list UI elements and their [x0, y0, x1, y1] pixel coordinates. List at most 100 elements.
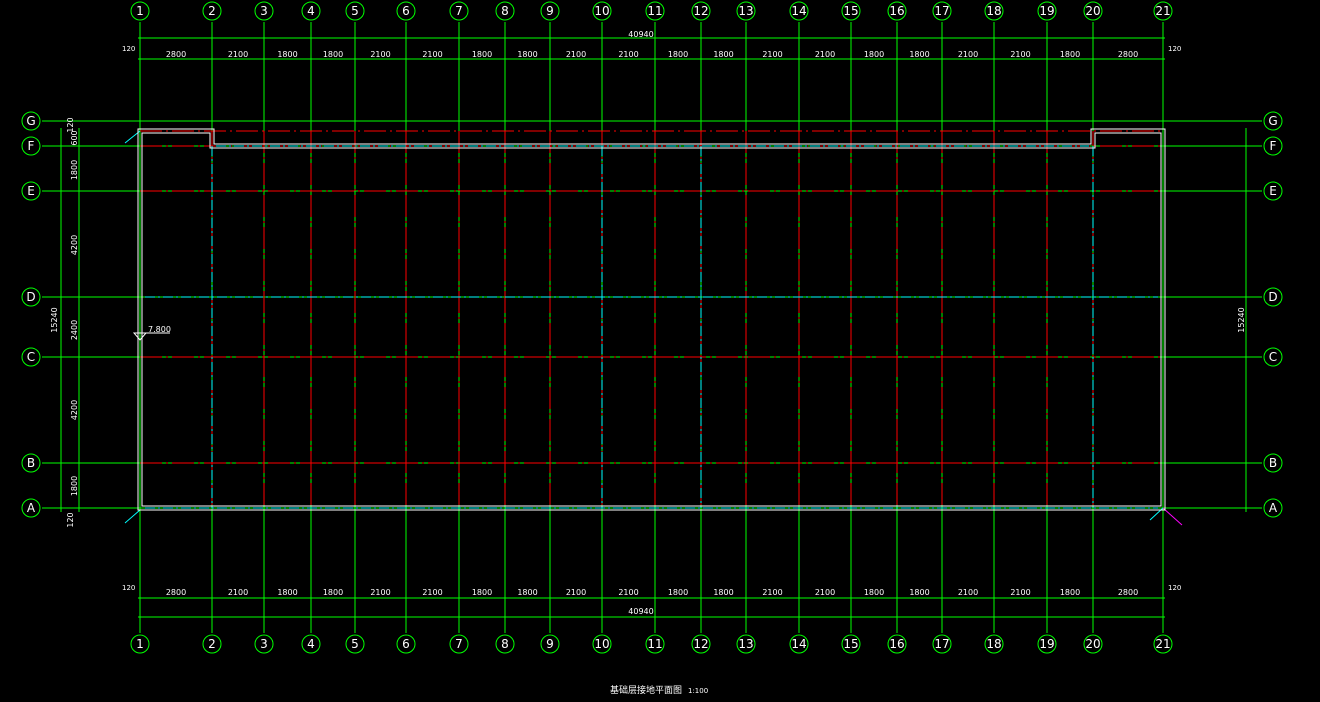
grid-bubble-top-7-label: 7: [455, 4, 463, 18]
dimension-label-top: 2100: [762, 50, 782, 59]
grounding-lead: [1162, 507, 1183, 526]
dimension-label-top: 1800: [668, 50, 688, 59]
grid-bubble-bottom-7-label: 7: [455, 637, 463, 651]
grid-bubble-top-8-label: 8: [501, 4, 509, 18]
grid-bubble-top-10-label: 10: [594, 4, 609, 18]
dimension-label-top: 1800: [517, 50, 537, 59]
edge-offset-bottom-left: 120: [122, 584, 135, 592]
dimension-label-top: 1800: [472, 50, 492, 59]
dimension-label-top: 2100: [370, 50, 390, 59]
dimension-label-bottom: 1800: [323, 588, 343, 597]
overall-width-right: 15240: [1237, 307, 1246, 332]
dimension-label-top: 1800: [1060, 50, 1080, 59]
dimension-label-bottom: 1800: [277, 588, 297, 597]
dimension-label-bottom: 1800: [713, 588, 733, 597]
grid-bubble-bottom-6-label: 6: [402, 637, 410, 651]
dimension-label-bottom: 2100: [370, 588, 390, 597]
grid-bubble-top-15-label: 15: [843, 4, 858, 18]
dimension-label-bottom: 2800: [166, 588, 186, 597]
grid-bubble-top-2-label: 2: [208, 4, 216, 18]
grid-bubble-bottom-12-label: 12: [693, 637, 708, 651]
grid-bubble-bottom-4-label: 4: [307, 637, 315, 651]
grid-bubble-bottom-9-label: 9: [546, 637, 554, 651]
grid-bubble-bottom-1-label: 1: [136, 637, 144, 651]
dimension-label-top: 1800: [909, 50, 929, 59]
grid-bubble-right-E-label: E: [1269, 184, 1277, 198]
dimension-label-top: 1800: [277, 50, 297, 59]
overall-length-top: 40940: [628, 30, 653, 39]
grid-bubble-bottom-15-label: 15: [843, 637, 858, 651]
edge-offset-bottom-right: 120: [1168, 584, 1181, 592]
grid-lines: [42, 22, 1262, 633]
grid-bubble-top-4-label: 4: [307, 4, 315, 18]
dimension-label-bottom: 2100: [618, 588, 638, 597]
dimension-label-top: 2100: [566, 50, 586, 59]
grid-bubble-left-E-label: E: [27, 184, 35, 198]
dimension-label-top: 2100: [422, 50, 442, 59]
cad-drawing-canvas[interactable]: 2800 2100 1800 1800 2100 2100 1800 1800 2100 2100…: [0, 0, 1320, 702]
grid-bubble-right-A-label: A: [1269, 501, 1278, 515]
dimension-label-bottom: 2100: [422, 588, 442, 597]
grid-bubble-right-C-label: C: [1269, 350, 1277, 364]
dimension-label-bottom: 2100: [815, 588, 835, 597]
grid-bubble-bottom-19-label: 19: [1039, 637, 1054, 651]
edge-offset-top-left: 120: [122, 45, 135, 53]
beam-lines: [140, 130, 1163, 508]
grid-bubble-left-D-label: D: [26, 290, 35, 304]
grid-bubble-bottom-2-label: 2: [208, 637, 216, 651]
elevation-mark: 7.800: [148, 325, 171, 334]
grid-bubble-bottom-8-label: 8: [501, 637, 509, 651]
dimension-label-bottom: 1800: [472, 588, 492, 597]
overall-width-left: 15240: [50, 307, 59, 332]
grid-bubble-top-3-label: 3: [260, 4, 268, 18]
grid-bubble-top-17-label: 17: [934, 4, 949, 18]
edge-offset-top-right: 120: [1168, 45, 1181, 53]
grid-bubble-bottom-16-label: 16: [889, 637, 904, 651]
dimension-lines: 2800 2100 1800 1800 2100 2100 1800 1800 2100 2100…: [60, 37, 1247, 618]
grid-bubble-bottom-14-label: 14: [791, 637, 806, 651]
grid-bubble-left-B-label: B: [27, 456, 35, 470]
grid-bubble-bottom-21-label: 21: [1155, 637, 1170, 651]
overall-length-bottom: 40940: [628, 607, 653, 616]
dimension-label-top: 2100: [228, 50, 248, 59]
grid-bubble-top-18-label: 18: [986, 4, 1001, 18]
grid-bubble-bottom-11-label: 11: [647, 637, 662, 651]
grid-bubble-bottom-10-label: 10: [594, 637, 609, 651]
dimension-label-top: 2100: [1010, 50, 1030, 59]
grounding-lines: [124, 130, 1183, 526]
grid-bubble-bottom-20-label: 20: [1085, 637, 1100, 651]
grid-bubble-left-F-label: F: [28, 139, 35, 153]
building-outline: [132, 128, 1166, 511]
grid-bubble-top-14-label: 14: [791, 4, 806, 18]
grid-bubble-right-D-label: D: [1268, 290, 1277, 304]
grid-bubble-top-6-label: 6: [402, 4, 410, 18]
dimension-label-top: 1800: [864, 50, 884, 59]
grid-bubble-bottom-18-label: 18: [986, 637, 1001, 651]
dimension-label-left: 1800: [70, 476, 79, 496]
grid-bubble-left-G-label: G: [26, 114, 35, 128]
grid-bubble-top-12-label: 12: [693, 4, 708, 18]
grid-bubble-top-19-label: 19: [1039, 4, 1054, 18]
grid-bubble-left-C-label: C: [27, 350, 35, 364]
dimension-label-top: 1800: [323, 50, 343, 59]
grid-bubble-top-9-label: 9: [546, 4, 554, 18]
dimension-label-left: 4200: [70, 235, 79, 255]
grid-bubble-right-F-label: F: [1270, 139, 1277, 153]
drawing-scale: 1:100: [688, 687, 708, 695]
dimension-label-top: 2800: [1118, 50, 1138, 59]
dimension-label-bottom: 2100: [566, 588, 586, 597]
grid-bubble-top-20-label: 20: [1085, 4, 1100, 18]
dimension-label-left: 2400: [70, 320, 79, 340]
dimension-label-bottom: 2100: [228, 588, 248, 597]
dimension-label-top: 2100: [618, 50, 638, 59]
dimension-label-top: 1800: [713, 50, 733, 59]
grounding-lead: [124, 509, 141, 524]
grid-bubble-top-5-label: 5: [351, 4, 359, 18]
dimension-label-bottom: 2100: [958, 588, 978, 597]
dimension-label-bottom: 1800: [1060, 588, 1080, 597]
dimension-label-bottom: 2800: [1118, 588, 1138, 597]
grid-bubble-bottom-3-label: 3: [260, 637, 268, 651]
dimension-label-left: 120: [66, 117, 75, 132]
dimension-label-bottom: 2100: [1010, 588, 1030, 597]
grid-bubble-top-1-label: 1: [136, 4, 144, 18]
